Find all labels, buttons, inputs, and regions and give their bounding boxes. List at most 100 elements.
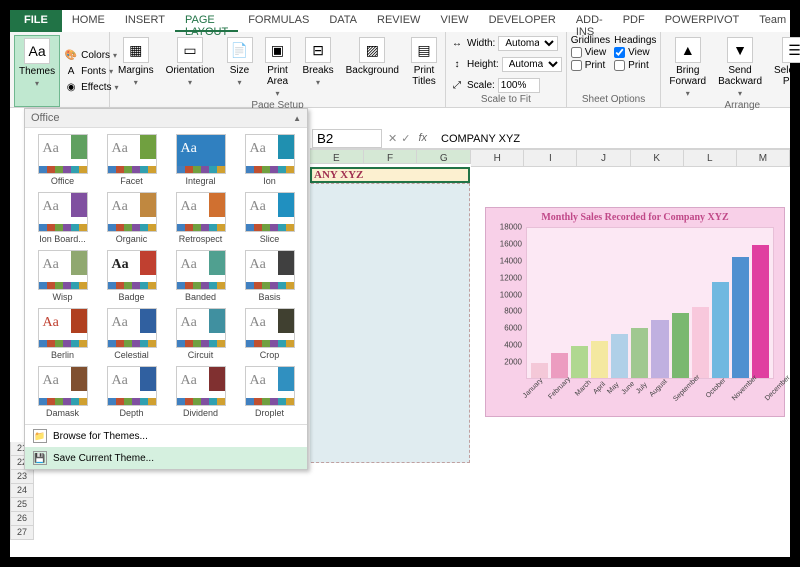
- theme-badge[interactable]: AaBadge: [98, 248, 165, 304]
- theme-damask[interactable]: AaDamask: [29, 364, 96, 420]
- scale-input[interactable]: [498, 78, 540, 93]
- tab-team[interactable]: Team: [749, 10, 796, 32]
- chart-bar-december[interactable]: [752, 245, 769, 378]
- theme-celestial[interactable]: AaCelestial: [98, 306, 165, 362]
- theme-office[interactable]: AaOffice: [29, 132, 96, 188]
- size-button[interactable]: 📄Size▾: [223, 35, 257, 100]
- column-header-e[interactable]: E: [310, 149, 364, 164]
- column-header-j[interactable]: J: [577, 149, 630, 167]
- row-header-27[interactable]: 27: [10, 526, 34, 540]
- name-box[interactable]: [312, 129, 382, 148]
- row-header-24[interactable]: 24: [10, 484, 34, 498]
- tab-home[interactable]: HOME: [62, 10, 115, 32]
- save-current-theme-item[interactable]: 💾 Save Current Theme...: [25, 447, 307, 469]
- send-backward-button[interactable]: ▼Send Backward▾: [714, 35, 766, 100]
- bring-forward-button[interactable]: ▲Bring Forward▾: [665, 35, 710, 100]
- gridlines-print-checkbox[interactable]: [571, 60, 582, 71]
- row-header-23[interactable]: 23: [10, 470, 34, 484]
- scroll-up-icon[interactable]: ▲: [293, 114, 301, 123]
- themes-button[interactable]: Aa Themes ▾: [14, 35, 60, 107]
- merged-title-cell[interactable]: ANY XYZ: [310, 167, 470, 183]
- headings-print-checkbox[interactable]: [614, 60, 625, 71]
- chart-bar-october[interactable]: [712, 282, 729, 378]
- headings-view-checkbox[interactable]: [614, 47, 625, 58]
- column-header-f[interactable]: F: [364, 149, 418, 164]
- theme-banded[interactable]: AaBanded: [167, 248, 234, 304]
- fx-icon[interactable]: fx: [414, 132, 431, 145]
- theme-ion[interactable]: AaIon: [236, 132, 303, 188]
- theme-dividend[interactable]: AaDividend: [167, 364, 234, 420]
- chart-bar-april[interactable]: [591, 341, 608, 379]
- column-header-m[interactable]: M: [737, 149, 790, 167]
- theme-retrospect[interactable]: AaRetrospect: [167, 190, 234, 246]
- breaks-button[interactable]: ⊟Breaks▾: [299, 35, 338, 100]
- theme-ion-board-[interactable]: AaIon Board...: [29, 190, 96, 246]
- colors-icon: 🎨: [64, 48, 78, 62]
- theme-wisp[interactable]: AaWisp: [29, 248, 96, 304]
- tab-formulas[interactable]: FORMULAS: [238, 10, 319, 32]
- embedded-chart[interactable]: Monthly Sales Recorded for Company XYZ 1…: [485, 207, 785, 417]
- selection-pane-label: Selection Pane: [774, 65, 800, 87]
- scale-label: Scale:: [467, 80, 495, 91]
- theme-integral[interactable]: AaIntegral: [167, 132, 234, 188]
- tab-add-ins[interactable]: ADD-INS: [566, 10, 613, 32]
- chart-bar-may[interactable]: [611, 334, 628, 378]
- bring-forward-icon: ▲: [675, 37, 701, 63]
- tab-powerpivot[interactable]: POWERPIVOT: [655, 10, 750, 32]
- tab-file[interactable]: FILE: [10, 10, 62, 32]
- background-button[interactable]: ▨Background: [342, 35, 403, 100]
- chart-bar-august[interactable]: [672, 313, 689, 378]
- selection-pane-button[interactable]: ☰Selection Pane: [770, 35, 800, 100]
- folder-icon: 📁: [33, 429, 47, 443]
- height-select[interactable]: Automatic: [502, 57, 562, 72]
- formula-input[interactable]: COMPANY XYZ: [437, 133, 790, 145]
- size-label: Size: [230, 65, 249, 76]
- column-header-h[interactable]: H: [471, 149, 524, 167]
- column-header-l[interactable]: L: [684, 149, 737, 167]
- margins-button[interactable]: ▦Margins▾: [114, 35, 158, 100]
- theme-depth[interactable]: AaDepth: [98, 364, 165, 420]
- tab-data[interactable]: DATA: [319, 10, 367, 32]
- chart-bar-february[interactable]: [551, 353, 568, 378]
- orientation-button[interactable]: ▭Orientation▾: [162, 35, 219, 100]
- row-header-25[interactable]: 25: [10, 498, 34, 512]
- gridlines-view-checkbox[interactable]: [571, 47, 582, 58]
- print-area-button[interactable]: ▣Print Area▾: [261, 35, 295, 100]
- worksheet[interactable]: EFGHIJKLM ANY XYZ Monthly Sales Recorded…: [310, 149, 790, 557]
- tab-page-layout[interactable]: PAGE LAYOUT: [175, 10, 238, 32]
- theme-name-label: Slice: [260, 234, 280, 244]
- tab-insert[interactable]: INSERT: [115, 10, 175, 32]
- row-header-26[interactable]: 26: [10, 512, 34, 526]
- theme-berlin[interactable]: AaBerlin: [29, 306, 96, 362]
- chart-bar-november[interactable]: [732, 257, 749, 378]
- print-titles-button[interactable]: ▤Print Titles: [407, 35, 441, 100]
- column-header-i[interactable]: I: [524, 149, 577, 167]
- theme-slice[interactable]: AaSlice: [236, 190, 303, 246]
- theme-name-label: Droplet: [255, 408, 284, 418]
- cancel-icon[interactable]: ✕: [388, 132, 397, 145]
- fonts-label: Fonts: [81, 66, 106, 77]
- tab-pdf[interactable]: PDF: [613, 10, 655, 32]
- column-header-k[interactable]: K: [631, 149, 684, 167]
- tab-developer[interactable]: DEVELOPER: [479, 10, 566, 32]
- chart-bar-june[interactable]: [631, 328, 648, 378]
- scale-icon: ⤢: [450, 79, 464, 93]
- theme-crop[interactable]: AaCrop: [236, 306, 303, 362]
- theme-circuit[interactable]: AaCircuit: [167, 306, 234, 362]
- chart-bar-july[interactable]: [651, 320, 668, 378]
- column-header-g[interactable]: G: [417, 149, 471, 164]
- theme-organic[interactable]: AaOrganic: [98, 190, 165, 246]
- chart-bar-september[interactable]: [692, 307, 709, 378]
- theme-facet[interactable]: AaFacet: [98, 132, 165, 188]
- tab-view[interactable]: VIEW: [430, 10, 478, 32]
- tab-review[interactable]: REVIEW: [367, 10, 430, 32]
- chart-y-axis: 1800016000140001200010000800060004000200…: [494, 227, 524, 379]
- theme-droplet[interactable]: AaDroplet: [236, 364, 303, 420]
- enter-icon[interactable]: ✓: [401, 132, 410, 145]
- width-select[interactable]: Automatic: [498, 36, 558, 51]
- browse-themes-item[interactable]: 📁 Browse for Themes...: [25, 425, 307, 447]
- chart-bar-january[interactable]: [531, 363, 548, 378]
- gridlines-print-label: Print: [585, 60, 606, 71]
- theme-basis[interactable]: AaBasis: [236, 248, 303, 304]
- chart-bar-march[interactable]: [571, 346, 588, 378]
